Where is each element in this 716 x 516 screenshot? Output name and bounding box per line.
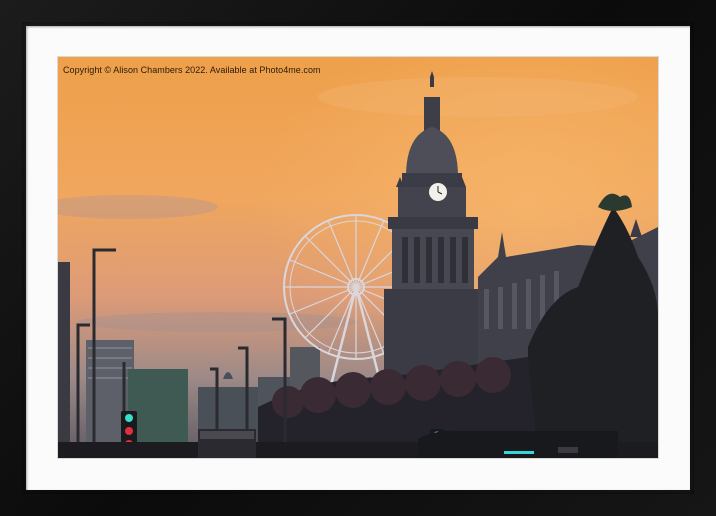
copyright-watermark: Copyright © Alison Chambers 2022. Availa…: [63, 65, 321, 75]
photo-scene: [58, 57, 658, 458]
framed-photo: Copyright © Alison Chambers 2022. Availa…: [58, 57, 658, 458]
